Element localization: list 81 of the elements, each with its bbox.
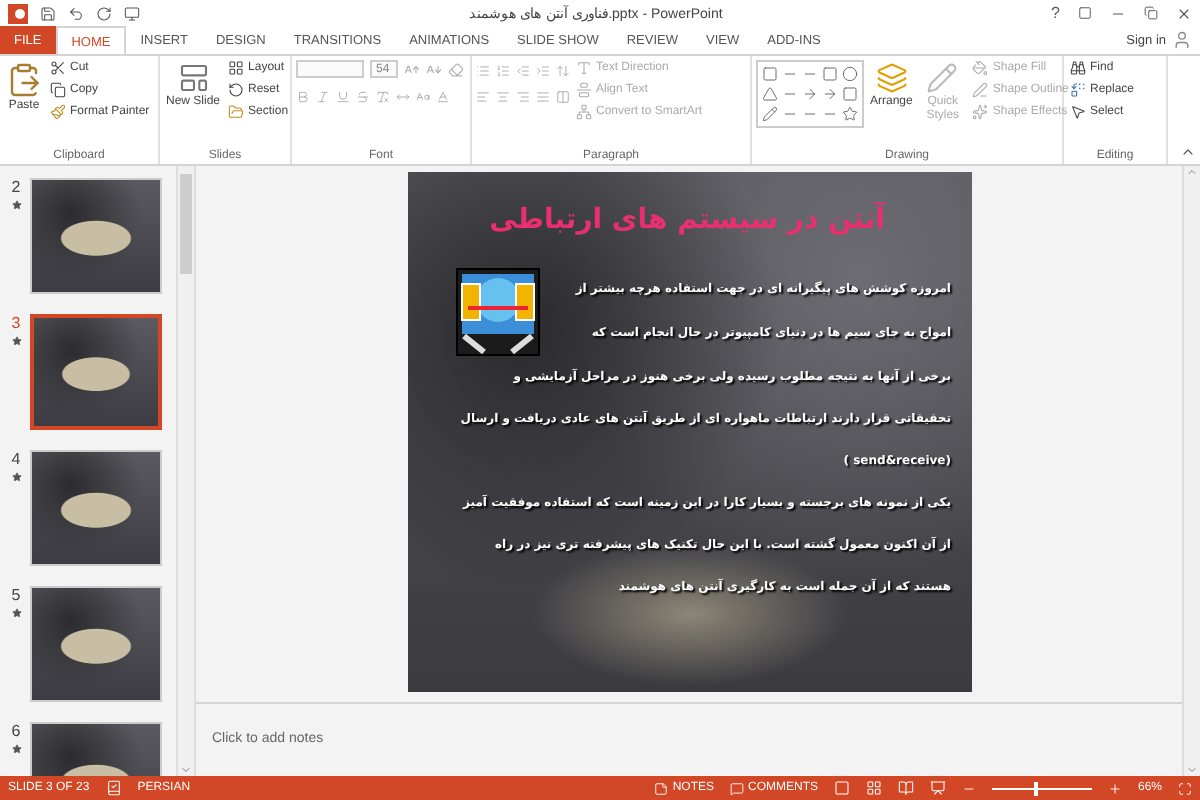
- slide-number: 3: [11, 314, 21, 332]
- scroll-down-icon[interactable]: [180, 764, 192, 776]
- reset-icon[interactable]: [228, 82, 245, 98]
- spacing-icon[interactable]: [396, 90, 410, 104]
- triangle-icon[interactable]: [762, 86, 778, 102]
- slide-thumbnail[interactable]: [30, 586, 162, 702]
- slide-layout-icon[interactable]: [177, 62, 209, 94]
- justify-icon[interactable]: [536, 90, 550, 104]
- help-button[interactable]: ?: [1051, 4, 1060, 22]
- slide-title: آنتن در سیستم های ارتباطی: [487, 204, 888, 236]
- redo-icon[interactable]: [96, 5, 112, 21]
- monitor-icon[interactable]: [124, 5, 140, 21]
- star-icon: [11, 336, 21, 346]
- binoculars-icon[interactable]: [1070, 60, 1086, 76]
- note-icon[interactable]: [654, 781, 669, 795]
- star-icon: [11, 472, 21, 482]
- spelling-icon[interactable]: [105, 780, 122, 796]
- slide-thumbnail[interactable]: [30, 314, 162, 430]
- slide-number: 4: [11, 450, 21, 468]
- star-icon: [11, 608, 21, 618]
- antenna-icon: [455, 268, 539, 356]
- oval-icon[interactable]: [842, 66, 858, 82]
- collapse-ribbon-icon[interactable]: [1180, 144, 1196, 160]
- underline-icon[interactable]: [336, 90, 350, 104]
- star-icon: [11, 200, 21, 210]
- clear-formatting-icon[interactable]: [376, 90, 390, 104]
- comment-icon[interactable]: [729, 781, 744, 795]
- scroll-up-icon[interactable]: [1186, 166, 1198, 178]
- align-left-icon[interactable]: [476, 90, 490, 104]
- bullets-icon[interactable]: [476, 64, 490, 78]
- pencil-icon[interactable]: [762, 106, 778, 122]
- arrow-icon[interactable]: [822, 86, 838, 102]
- slide-thumbnail[interactable]: [30, 450, 162, 566]
- bold-icon[interactable]: [296, 90, 310, 104]
- avatar-icon[interactable]: [1172, 30, 1192, 50]
- normal-view-icon[interactable]: [833, 780, 850, 796]
- case-icon[interactable]: [416, 90, 430, 104]
- grid-icon[interactable]: [228, 60, 245, 76]
- fit-to-window-icon[interactable]: [1178, 781, 1192, 795]
- reading-view-icon[interactable]: [897, 780, 914, 796]
- grow-font-icon[interactable]: [404, 61, 420, 77]
- rectangle-icon[interactable]: [762, 66, 778, 82]
- scrollbar-thumb[interactable]: [180, 174, 192, 274]
- increase-indent-icon[interactable]: [536, 64, 550, 78]
- slideshow-icon[interactable]: [929, 780, 946, 796]
- replace-icon[interactable]: [1070, 82, 1086, 98]
- zoom-slider-thumb[interactable]: [1033, 781, 1038, 795]
- font-name-field[interactable]: [296, 60, 364, 78]
- font-color-icon[interactable]: [436, 90, 450, 104]
- align-center-icon[interactable]: [496, 90, 510, 104]
- ribbon-display-icon[interactable]: [1078, 6, 1092, 20]
- columns-icon[interactable]: [556, 90, 570, 104]
- copy-icon[interactable]: [50, 82, 66, 98]
- save-icon[interactable]: [40, 5, 56, 21]
- clipboard-icon[interactable]: [6, 62, 42, 98]
- close-icon[interactable]: [1176, 5, 1192, 21]
- strikethrough-icon[interactable]: [356, 90, 370, 104]
- layers-icon[interactable]: [875, 62, 908, 94]
- slide-number: 6: [11, 722, 21, 740]
- zoom-in-icon[interactable]: [1107, 781, 1122, 795]
- slide-number: 5: [11, 586, 21, 604]
- undo-icon[interactable]: [68, 5, 84, 21]
- slide-sorter-icon[interactable]: [865, 780, 882, 796]
- arrow-icon[interactable]: [802, 86, 818, 102]
- pointer-icon[interactable]: [1070, 104, 1086, 120]
- shapes-gallery[interactable]: [756, 60, 864, 128]
- restore-icon[interactable]: [1144, 6, 1158, 20]
- decrease-indent-icon[interactable]: [516, 64, 530, 78]
- paintbrush-icon[interactable]: [50, 104, 66, 120]
- slide-thumbnail[interactable]: [30, 178, 162, 294]
- eraser-icon[interactable]: [448, 61, 464, 77]
- star-icon: [11, 744, 21, 754]
- scissors-icon[interactable]: [50, 60, 66, 76]
- scroll-down-icon[interactable]: [1186, 764, 1198, 776]
- align-right-icon[interactable]: [516, 90, 530, 104]
- numbering-icon[interactable]: [496, 64, 510, 78]
- line-spacing-icon[interactable]: [556, 64, 570, 78]
- slide-number: 2: [11, 178, 21, 196]
- star-icon[interactable]: [842, 106, 858, 122]
- italic-icon[interactable]: [316, 90, 330, 104]
- shrink-font-icon[interactable]: [426, 61, 442, 77]
